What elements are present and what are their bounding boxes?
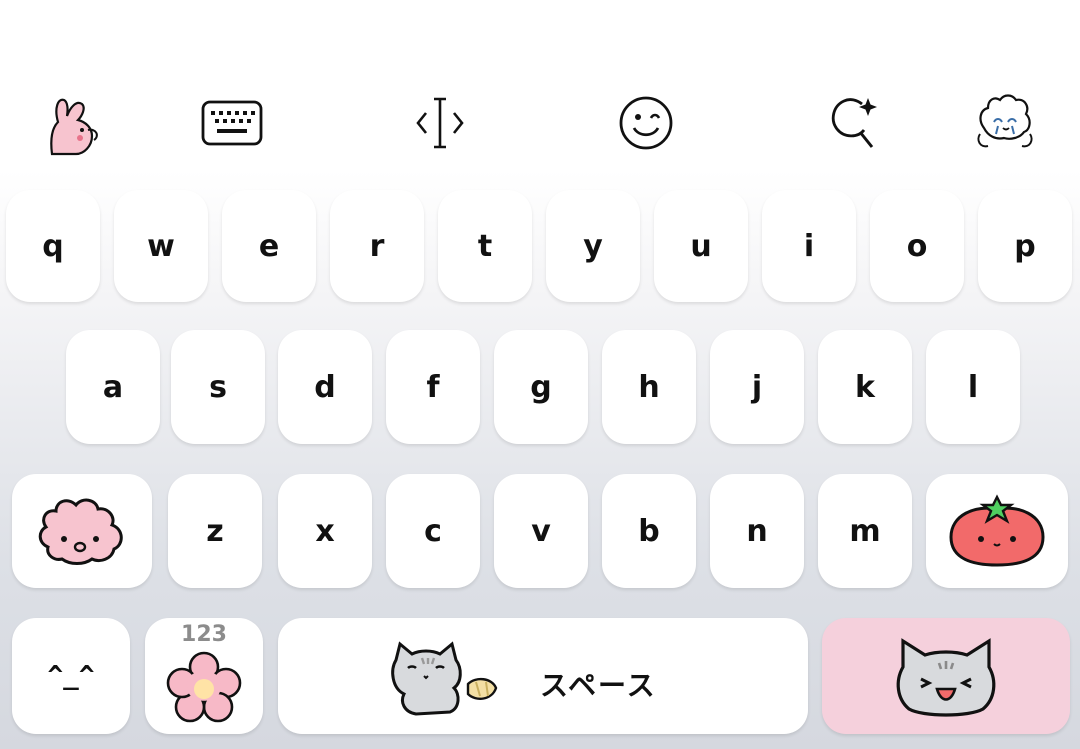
key-x[interactable]: x <box>278 474 372 588</box>
key-label: f <box>426 369 440 405</box>
ai-search-icon[interactable] <box>818 88 888 158</box>
keyboard-icon[interactable] <box>197 88 267 158</box>
key-label: d <box>314 369 336 405</box>
key-r[interactable]: r <box>330 190 424 302</box>
key-e[interactable]: e <box>222 190 316 302</box>
key-label: q <box>42 228 64 264</box>
key-label: j <box>751 369 763 405</box>
key-label: i <box>803 228 815 264</box>
delete-key[interactable] <box>926 474 1068 588</box>
key-m[interactable]: m <box>818 474 912 588</box>
key-k[interactable]: k <box>818 330 912 444</box>
key-s[interactable]: s <box>171 330 265 444</box>
key-label: t <box>477 228 493 264</box>
number-mode-label: 123 <box>181 622 227 647</box>
key-label: b <box>638 513 660 549</box>
number-mode-key[interactable]: 123 <box>145 618 263 734</box>
key-label: z <box>206 513 224 549</box>
key-label: k <box>855 369 875 405</box>
enter-key[interactable] <box>822 618 1070 734</box>
key-f[interactable]: f <box>386 330 480 444</box>
keyboard-toolbar <box>0 88 1080 158</box>
key-v[interactable]: v <box>494 474 588 588</box>
gray-cat-sticker-icon <box>391 641 498 716</box>
key-label: r <box>369 228 385 264</box>
key-z[interactable]: z <box>168 474 262 588</box>
key-o[interactable]: o <box>870 190 964 302</box>
key-l[interactable]: l <box>926 330 1020 444</box>
emoticon-label: ^_^ <box>47 661 95 691</box>
shift-key[interactable] <box>12 474 152 588</box>
key-label: c <box>424 513 442 549</box>
key-label: w <box>147 228 175 264</box>
key-label: y <box>583 228 603 264</box>
key-b[interactable]: b <box>602 474 696 588</box>
key-label: a <box>102 369 124 405</box>
key-p[interactable]: p <box>978 190 1072 302</box>
key-i[interactable]: i <box>762 190 856 302</box>
tomato-delete-icon <box>949 494 1045 567</box>
key-label: m <box>849 513 881 549</box>
key-t[interactable]: t <box>438 190 532 302</box>
pink-flower-icon <box>166 651 242 723</box>
key-q[interactable]: q <box>6 190 100 302</box>
key-label: x <box>315 513 335 549</box>
key-label: e <box>258 228 280 264</box>
key-c[interactable]: c <box>386 474 480 588</box>
cat-face-enter-icon <box>896 638 996 717</box>
key-a[interactable]: a <box>66 330 160 444</box>
key-label: l <box>967 369 979 405</box>
key-label: g <box>530 369 552 405</box>
key-label: h <box>638 369 660 405</box>
cursor-move-icon[interactable] <box>405 88 475 158</box>
space-key[interactable]: スペース <box>278 618 808 734</box>
key-label: n <box>746 513 768 549</box>
key-n[interactable]: n <box>710 474 804 588</box>
key-label: u <box>690 228 712 264</box>
key-label: p <box>1014 228 1036 264</box>
bunny-face-sticker-icon[interactable] <box>970 88 1040 158</box>
key-j[interactable]: j <box>710 330 804 444</box>
pink-bunny-shift-icon <box>38 498 123 565</box>
emoticon-key[interactable]: ^_^ <box>12 618 130 734</box>
key-label: o <box>906 228 928 264</box>
key-d[interactable]: d <box>278 330 372 444</box>
pink-bunny-sticker-icon[interactable] <box>40 88 110 158</box>
key-u[interactable]: u <box>654 190 748 302</box>
space-label: スペース <box>540 669 657 702</box>
key-g[interactable]: g <box>494 330 588 444</box>
key-h[interactable]: h <box>602 330 696 444</box>
emoji-smile-icon[interactable] <box>611 88 681 158</box>
key-label: v <box>531 513 551 549</box>
key-w[interactable]: w <box>114 190 208 302</box>
key-y[interactable]: y <box>546 190 640 302</box>
key-label: s <box>209 369 227 405</box>
